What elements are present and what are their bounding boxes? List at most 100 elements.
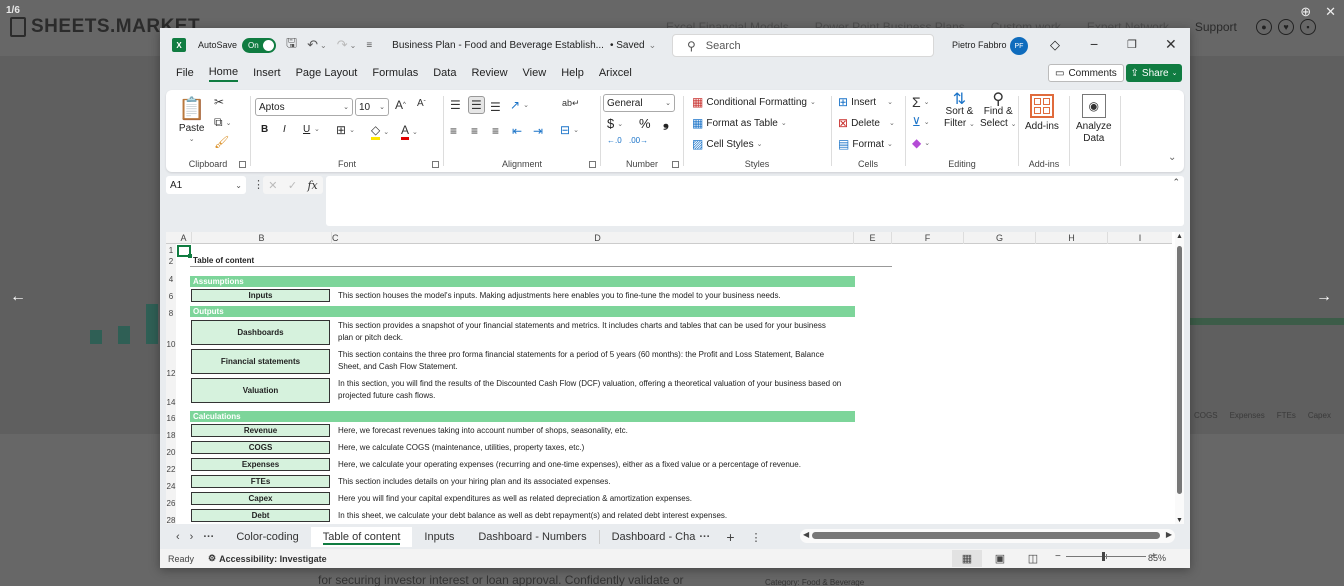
- column-header-c[interactable]: C: [332, 232, 342, 244]
- row-header[interactable]: 24: [166, 482, 176, 491]
- prev-arrow-icon[interactable]: ←: [10, 288, 26, 306]
- sheet-tab-dashboard-numbers[interactable]: Dashboard - Numbers: [466, 527, 598, 547]
- scroll-up-icon[interactable]: ▲: [1176, 233, 1183, 240]
- sort-filter-button[interactable]: ⇅ Sort & Filter ⌄: [944, 92, 975, 131]
- next-arrow-icon[interactable]: →: [1316, 288, 1332, 306]
- decrease-indent-icon[interactable]: ⇤: [512, 124, 522, 138]
- decrease-font-icon[interactable]: Aˇ: [417, 98, 426, 109]
- row-header[interactable]: 16: [166, 414, 176, 423]
- cart-icon[interactable]: ▪: [1300, 19, 1316, 35]
- link-valuation[interactable]: Valuation: [191, 378, 330, 403]
- fill-color-icon[interactable]: ◇ ⌄: [371, 123, 389, 140]
- name-box[interactable]: A1 ⌄: [166, 176, 246, 194]
- sheet-tab-table-of-content[interactable]: Table of content: [310, 527, 413, 547]
- column-header-i[interactable]: I: [1108, 232, 1172, 244]
- row-header[interactable]: 26: [166, 499, 176, 508]
- document-title[interactable]: Business Plan - Food and Beverage Establ…: [392, 40, 604, 51]
- number-launcher-icon[interactable]: [672, 161, 679, 168]
- link-financial-statements[interactable]: Financial statements: [191, 349, 330, 374]
- delete-cells-button[interactable]: ⊠ Delete ⌄: [838, 116, 895, 130]
- minimize-icon[interactable]: −: [1090, 36, 1098, 52]
- alignment-launcher-icon[interactable]: [589, 161, 596, 168]
- horizontal-scroll-thumb[interactable]: [812, 532, 1160, 539]
- tab-formulas[interactable]: Formulas: [372, 67, 418, 81]
- more-sheets-right-icon[interactable]: ···: [699, 531, 710, 543]
- collapse-formula-bar-icon[interactable]: ⌃: [1172, 177, 1180, 188]
- insert-function-button[interactable]: fx: [307, 179, 317, 192]
- heart-icon[interactable]: ♥: [1278, 19, 1294, 35]
- page-layout-view-icon[interactable]: ▣: [985, 550, 1015, 567]
- italic-button[interactable]: I: [283, 124, 286, 135]
- paste-button[interactable]: 📋 Paste ⌄: [178, 96, 205, 143]
- column-header-h[interactable]: H: [1036, 232, 1108, 244]
- row-header[interactable]: 6: [166, 292, 176, 301]
- column-header-a[interactable]: A: [176, 232, 192, 244]
- accessibility-button[interactable]: ⚙ Accessibility: Investigate: [208, 553, 327, 564]
- underline-button[interactable]: U: [303, 124, 310, 135]
- save-icon[interactable]: 🖫: [286, 34, 297, 56]
- scroll-left-icon[interactable]: ◀: [803, 530, 809, 539]
- link-inputs[interactable]: Inputs: [191, 289, 330, 302]
- zoom-out-icon[interactable]: −: [1055, 551, 1061, 562]
- cell-styles-button[interactable]: ▨ Cell Styles ⌄: [692, 137, 762, 151]
- undo-icon[interactable]: ↶: [307, 37, 318, 53]
- autosave-toggle[interactable]: On: [242, 37, 277, 53]
- row-header[interactable]: 14: [166, 398, 176, 407]
- tab-review[interactable]: Review: [471, 67, 507, 81]
- conditional-formatting-button[interactable]: ▦ Conditional Formatting ⌄: [692, 95, 816, 109]
- tab-arixcel[interactable]: Arixcel: [599, 67, 632, 81]
- insert-cells-button[interactable]: ⊞ Insert ⌄: [838, 95, 893, 109]
- zoom-in-icon[interactable]: ⊕: [1300, 4, 1311, 20]
- tab-page-layout[interactable]: Page Layout: [296, 67, 358, 81]
- horizontal-scrollbar[interactable]: ◀ ▶: [800, 529, 1175, 543]
- clipboard-launcher-icon[interactable]: [239, 161, 246, 168]
- user-icon[interactable]: ●: [1256, 19, 1272, 35]
- zoom-slider-knob[interactable]: [1101, 552, 1105, 561]
- align-top-icon[interactable]: ☰: [450, 98, 461, 112]
- column-header-g[interactable]: G: [964, 232, 1036, 244]
- align-bottom-icon[interactable]: ☰: [490, 100, 501, 114]
- format-painter-icon[interactable]: 🖌: [214, 135, 229, 149]
- undo-dropdown-icon[interactable]: ⌄: [320, 41, 327, 50]
- more-sheets-left-icon[interactable]: ···: [203, 531, 214, 543]
- align-middle-icon[interactable]: ☰: [468, 96, 485, 114]
- clear-icon[interactable]: ◆ ⌄: [912, 136, 930, 150]
- tab-file[interactable]: File: [176, 67, 194, 81]
- row-header[interactable]: 8: [166, 309, 176, 318]
- row-header[interactable]: 22: [166, 465, 176, 474]
- share-button[interactable]: ⇪ Share ⌄: [1126, 64, 1182, 82]
- comments-button[interactable]: ▭ Comments: [1048, 64, 1124, 82]
- prev-sheet-icon[interactable]: ‹: [176, 531, 180, 543]
- tab-insert[interactable]: Insert: [253, 67, 281, 81]
- saved-status[interactable]: • Saved: [610, 40, 645, 51]
- restore-icon[interactable]: ❐: [1127, 38, 1137, 51]
- autosum-icon[interactable]: Σ ⌄: [912, 94, 930, 110]
- find-select-button[interactable]: ⚲ Find & Select ⌄: [980, 92, 1016, 131]
- confirm-entry-icon[interactable]: ✓: [288, 179, 297, 192]
- add-sheet-icon[interactable]: +: [726, 529, 734, 545]
- zoom-slider[interactable]: [1065, 552, 1146, 561]
- addins-button[interactable]: Add-ins: [1025, 94, 1059, 132]
- wrap-text-icon[interactable]: ab↵: [562, 98, 580, 109]
- zoom-percentage[interactable]: 85%: [1148, 553, 1166, 563]
- link-revenue[interactable]: Revenue: [191, 424, 330, 437]
- select-all-corner[interactable]: [166, 232, 176, 244]
- page-break-view-icon[interactable]: ◫: [1018, 550, 1048, 567]
- nav-support[interactable]: Support: [1195, 20, 1237, 34]
- underline-dropdown-icon[interactable]: ⌄: [314, 125, 320, 133]
- number-format-dropdown[interactable]: General ⌄: [603, 94, 675, 112]
- spreadsheet-grid[interactable]: A B C D E F G H I 1 2 4 6 8 10 12 14 16 …: [166, 232, 1184, 524]
- tab-home[interactable]: Home: [208, 66, 239, 82]
- bold-button[interactable]: B: [261, 124, 268, 135]
- avatar[interactable]: PF: [1010, 37, 1028, 55]
- copy-icon[interactable]: ⧉ ⌄: [214, 115, 231, 130]
- format-as-table-button[interactable]: ▦ Format as Table ⌄: [692, 116, 787, 130]
- search-input[interactable]: ⚲ Search: [672, 34, 934, 57]
- normal-view-icon[interactable]: ▦: [952, 550, 982, 567]
- vertical-scroll-thumb[interactable]: [1177, 246, 1182, 494]
- redo-dropdown-icon[interactable]: ⌄: [350, 41, 357, 50]
- row-header[interactable]: 20: [166, 448, 176, 457]
- row-header[interactable]: 12: [166, 369, 176, 378]
- link-debt[interactable]: Debt: [191, 509, 330, 522]
- selected-cell-a1[interactable]: [177, 245, 192, 258]
